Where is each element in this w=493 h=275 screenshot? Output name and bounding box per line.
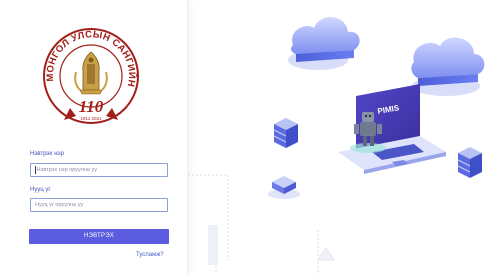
- logo-anniversary: 110: [79, 97, 104, 116]
- cloud-right-icon: [411, 37, 485, 96]
- dashed-plug: [208, 225, 218, 265]
- faded-bottle: [317, 247, 335, 261]
- ministry-logo: МОНГОЛ УЛСЫН САНГИЙН ЯАМ 110 1911 2021: [40, 24, 142, 132]
- username-input[interactable]: Нэвтрэх нэр оруулна уу: [30, 163, 168, 177]
- password-placeholder: Нууц үг оруулна уу: [35, 202, 84, 208]
- cloud-left-icon: [288, 17, 360, 70]
- server-stack-left-icon: [273, 118, 298, 148]
- login-panel: МОНГОЛ УЛСЫН САНГИЙН ЯАМ 110 1911 2021 Н…: [0, 0, 188, 275]
- username-placeholder: Нэвтрэх нэр оруулна уу: [36, 167, 97, 173]
- ministry-seal-icon: МОНГОЛ УЛСЫН САНГИЙН ЯАМ 110 1911 2021: [40, 24, 139, 124]
- password-label: Нууц үг: [30, 187, 51, 193]
- hero-illustration: PIMIS: [188, 0, 493, 275]
- text-caret: [35, 165, 36, 174]
- help-link[interactable]: Тусламж?: [136, 252, 164, 258]
- login-button[interactable]: НЭВТРЭХ: [29, 229, 169, 244]
- server-block-small-icon: [268, 176, 300, 199]
- logo-years: 1911 2021: [81, 116, 102, 121]
- username-label: Нэвтрэх нэр: [30, 151, 64, 157]
- password-input[interactable]: Нууц үг оруулна уу: [30, 198, 168, 212]
- circuit-lines: [188, 174, 319, 275]
- server-stack-right-icon: [457, 147, 482, 178]
